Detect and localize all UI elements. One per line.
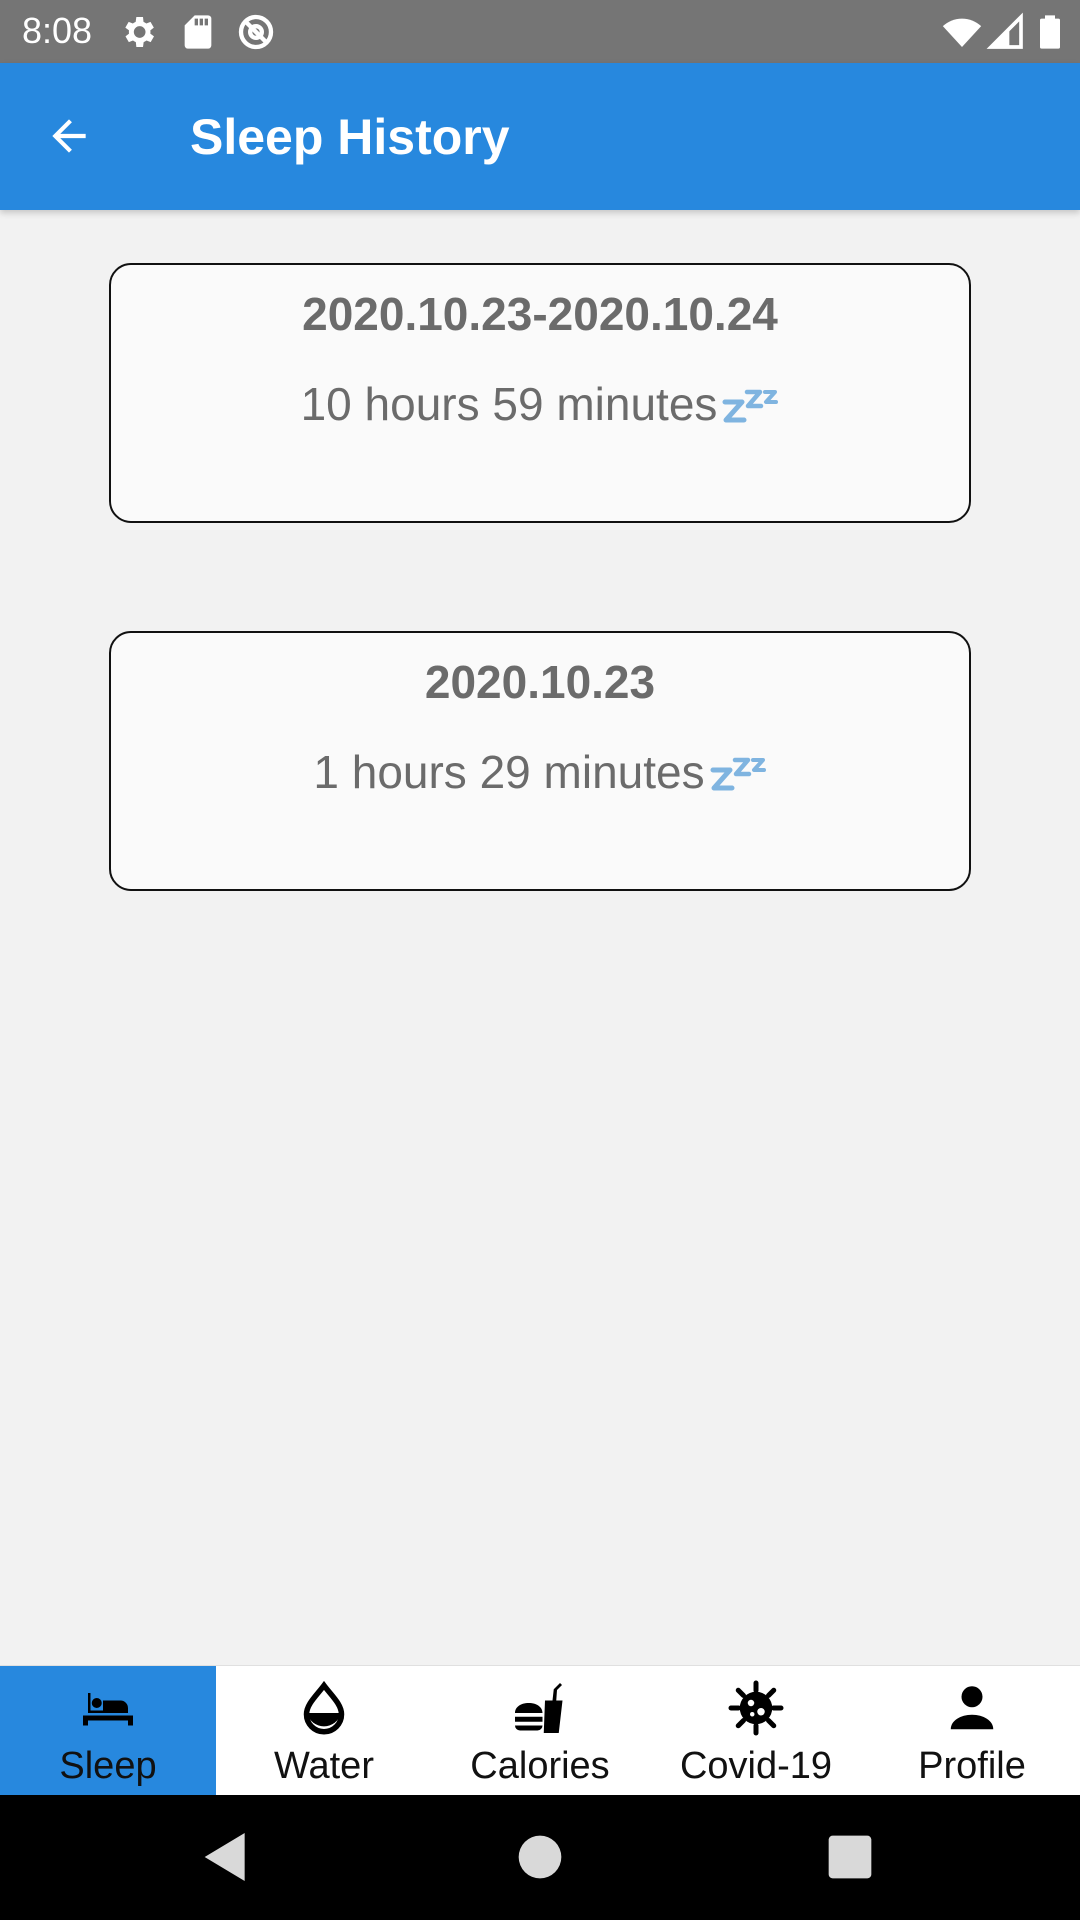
home-circle-icon[interactable] (508, 1825, 572, 1889)
fastfood-icon (515, 1683, 563, 1733)
at-sign-icon (238, 14, 274, 50)
nav-item-sleep[interactable]: Sleep (0, 1666, 216, 1796)
app-bar: Sleep History (0, 63, 1080, 210)
status-bar: 8:08 (0, 0, 1080, 63)
person-icon (950, 1686, 994, 1730)
sleep-record-duration-text: 1 hours 29 minutes (313, 746, 705, 798)
sleep-record-date: 2020.10.23 (424, 656, 656, 708)
nav-label: Covid-19 (679, 1745, 833, 1787)
sleep-record-duration-text: 10 hours 59 minutes (300, 378, 718, 430)
nav-label: Water (274, 1745, 374, 1787)
sd-card-icon (184, 15, 212, 49)
nav-item-profile[interactable]: Profile (864, 1666, 1080, 1796)
zzz-icon (710, 757, 766, 791)
nav-item-water[interactable]: Water (216, 1666, 432, 1796)
nav-label: Profile (918, 1745, 1026, 1787)
sleep-record-duration: 10 hours 59 minutes (111, 377, 969, 431)
system-navigation-bar (0, 1795, 1080, 1920)
bed-icon (83, 1693, 133, 1726)
sleep-record-duration: 1 hours 29 minutes (111, 745, 969, 799)
sleep-record-date: 2020.10.23-2020.10.24 (302, 288, 778, 340)
gear-icon (125, 17, 154, 47)
nav-item-calories[interactable]: Calories (432, 1666, 648, 1796)
nav-label: Calories (470, 1745, 610, 1787)
water-drop-icon (303, 1680, 345, 1735)
page-title: Sleep History (190, 109, 510, 165)
status-time: 8:08 (22, 10, 93, 51)
wifi-icon (942, 18, 982, 47)
nav-item-covid[interactable]: Covid-19 (648, 1666, 864, 1796)
zzz-icon (722, 389, 779, 423)
sleep-record-card[interactable]: 2020.10.23-2020.10.24 10 hours 59 minute… (109, 263, 971, 523)
sleep-history-list: 2020.10.23-2020.10.24 10 hours 59 minute… (0, 210, 1080, 1665)
arrow-left-icon (52, 119, 86, 153)
battery-icon (1040, 15, 1060, 49)
cell-signal-icon (986, 12, 1023, 49)
nav-label: Sleep (59, 1745, 157, 1787)
sleep-record-card[interactable]: 2020.10.23 1 hours 29 minutes (109, 631, 971, 891)
back-button[interactable] (34, 101, 104, 171)
bottom-navigation: Sleep Water Calories Covid-19 Profile (0, 1665, 1080, 1796)
recents-square-icon[interactable] (818, 1825, 882, 1889)
back-triangle-icon[interactable] (194, 1825, 258, 1889)
virus-icon (728, 1680, 784, 1736)
